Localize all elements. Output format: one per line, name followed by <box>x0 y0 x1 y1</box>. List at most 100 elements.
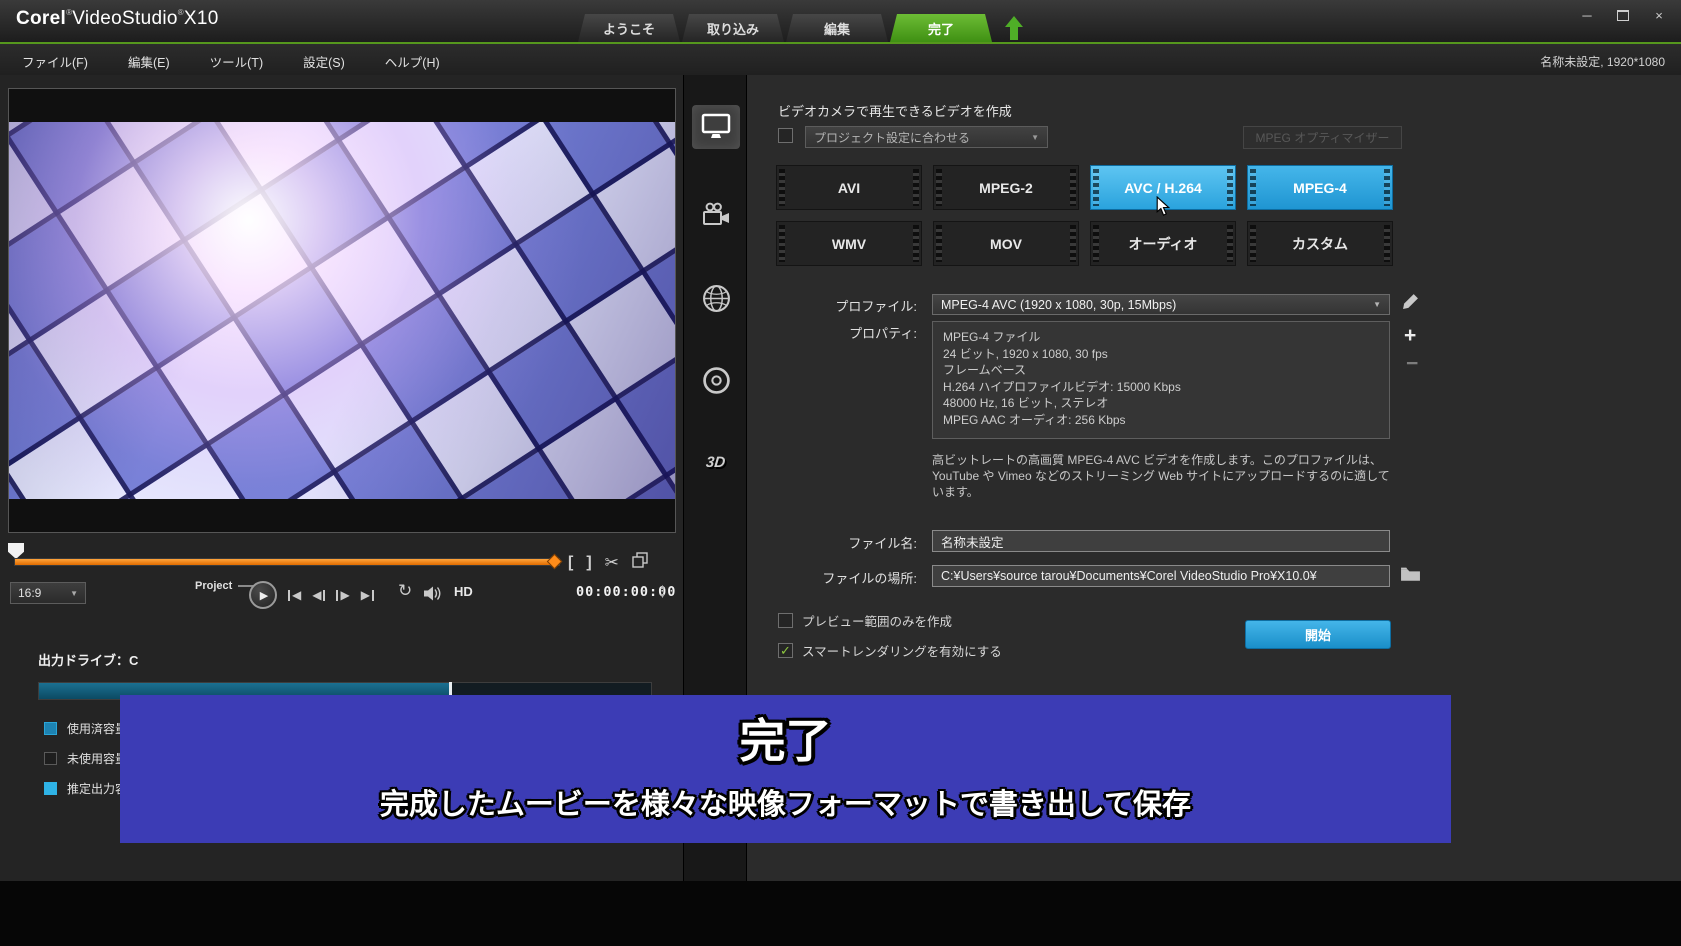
menubar: ファイル(F) 編集(E) ツール(T) 設定(S) ヘルプ(H) 名称未設定,… <box>0 44 1681 76</box>
project-info: 名称未設定, 1920*1080 <box>1540 53 1665 70</box>
spin-down-icon[interactable]: ▼ <box>659 592 666 601</box>
next-frame-button[interactable]: ▶ <box>336 586 349 604</box>
menu-tools[interactable]: ツール(T) <box>210 52 263 71</box>
trim-end-marker[interactable] <box>547 554 563 570</box>
preview-only-row: ✓ プレビュー範囲のみを作成 <box>778 611 952 630</box>
format-audio-label: オーディオ <box>1128 234 1197 254</box>
playhead-marker[interactable] <box>8 543 24 559</box>
property-line: MPEG-4 ファイル <box>943 329 1379 346</box>
start-button-label: 開始 <box>1305 625 1331 644</box>
profile-select[interactable]: MPEG-4 AVC (1920 x 1080, 30p, 15Mbps) ▼ <box>932 294 1390 315</box>
transport-buttons: ◀ ◀ ▶ ▶ <box>288 586 374 604</box>
mpeg-optimizer-label: MPEG オプティマイザー <box>1256 129 1390 146</box>
destination-computer[interactable] <box>692 105 740 149</box>
format-mpeg4[interactable]: MPEG-4 <box>1247 165 1393 210</box>
browse-folder-icon[interactable] <box>1400 566 1421 583</box>
mark-in-button[interactable]: [ <box>568 553 573 573</box>
format-mpeg2-label: MPEG-2 <box>979 180 1033 196</box>
file-name-value: 名称未設定 <box>941 532 1004 551</box>
property-line: 24 ビット, 1920 x 1080, 30 fps <box>943 346 1379 363</box>
menu-settings[interactable]: 設定(S) <box>303 52 345 71</box>
minimize-icon[interactable]: ─ <box>1577 6 1597 24</box>
legend-free-swatch <box>44 752 57 765</box>
product-version: X10 <box>184 8 219 29</box>
close-icon[interactable]: × <box>1649 6 1669 24</box>
destination-camera[interactable] <box>692 192 740 236</box>
match-project-checkbox[interactable]: ✓ <box>778 128 793 143</box>
video-preview[interactable] <box>8 88 676 533</box>
repeat-icon[interactable]: ↻ <box>398 581 412 601</box>
tab-share-label: 完了 <box>928 19 954 38</box>
menu-edit[interactable]: 編集(E) <box>128 52 170 71</box>
preview-only-checkbox[interactable]: ✓ <box>778 613 793 628</box>
chevron-down-icon: ▼ <box>70 589 78 598</box>
tab-edit-label: 編集 <box>824 19 850 38</box>
3d-icon: 3D <box>706 454 727 471</box>
smart-render-checkbox[interactable]: ✓ <box>778 643 793 658</box>
caption-banner: 完了 完成したムービーを様々な映像フォーマットで書き出して保存 <box>120 695 1451 843</box>
profile-label: プロファイル: <box>767 296 917 315</box>
file-location-input[interactable]: C:¥Users¥source tarou¥Documents¥Corel Vi… <box>932 565 1390 587</box>
hd-toggle[interactable]: HD <box>454 584 473 599</box>
smart-render-row: ✓ スマートレンダリングを有効にする <box>778 641 1002 660</box>
format-audio[interactable]: オーディオ <box>1090 221 1236 266</box>
format-wmv[interactable]: WMV <box>776 221 922 266</box>
edit-profile-icon[interactable] <box>1402 293 1419 310</box>
tab-edit[interactable]: 編集 <box>786 14 888 42</box>
add-profile-icon[interactable]: + <box>1404 324 1416 348</box>
next-frame-icon: ▶ <box>340 588 349 602</box>
tab-welcome[interactable]: ようこそ <box>578 14 680 42</box>
prev-frame-icon: ◀ <box>312 588 321 602</box>
volume-icon[interactable] <box>424 586 443 606</box>
chevron-down-icon: ▼ <box>1373 300 1381 309</box>
format-custom[interactable]: カスタム <box>1247 221 1393 266</box>
project-label-text: Project <box>195 580 232 592</box>
match-project-select[interactable]: プロジェクト設定に合わせる ▼ <box>805 126 1048 148</box>
app-logo: Corel®VideoStudio®X10 <box>16 8 219 30</box>
preview-only-label: プレビュー範囲のみを作成 <box>802 611 952 630</box>
legend-used-label: 使用済容量 <box>67 720 127 737</box>
play-icon: ▶ <box>260 589 268 602</box>
properties-box: MPEG-4 ファイル 24 ビット, 1920 x 1080, 30 fps … <box>932 321 1390 439</box>
profile-value: MPEG-4 AVC (1920 x 1080, 30p, 15Mbps) <box>941 298 1176 312</box>
file-name-input[interactable]: 名称未設定 <box>932 530 1390 552</box>
chevron-down-icon: ▼ <box>1031 133 1039 142</box>
maximize-icon[interactable] <box>1613 6 1633 24</box>
banner-title: 完了 <box>740 705 832 771</box>
destination-disc[interactable] <box>692 358 740 402</box>
property-line: H.264 ハイプロファイルビデオ: 15000 Kbps <box>943 379 1379 396</box>
start-button[interactable]: 開始 <box>1245 620 1391 649</box>
enlarge-preview-icon[interactable] <box>632 552 648 573</box>
remove-profile-icon[interactable]: − <box>1406 352 1418 376</box>
mpeg-optimizer-button: MPEG オプティマイザー <box>1243 126 1402 149</box>
prev-frame-button[interactable]: ◀ <box>312 586 325 604</box>
format-mpeg2[interactable]: MPEG-2 <box>933 165 1079 210</box>
play-button[interactable]: ▶ <box>249 581 277 609</box>
tab-welcome-label: ようこそ <box>603 19 655 38</box>
mark-out-button[interactable]: ] <box>586 553 591 573</box>
go-end-button[interactable]: ▶ <box>361 586 374 604</box>
seek-bar-fill <box>15 559 552 565</box>
go-start-icon: ◀ <box>292 588 301 602</box>
tab-capture[interactable]: 取り込み <box>682 14 784 42</box>
check-icon: ✓ <box>780 644 791 657</box>
timecode-stepper[interactable]: ▲ ▼ <box>659 583 666 601</box>
legend-estimated-swatch <box>44 782 57 795</box>
menu-help[interactable]: ヘルプ(H) <box>385 52 440 71</box>
aspect-ratio-select[interactable]: 16:9 ▼ <box>10 582 86 604</box>
menu-file[interactable]: ファイル(F) <box>22 52 88 71</box>
destination-3d[interactable]: 3D <box>692 440 740 484</box>
format-avi[interactable]: AVI <box>776 165 922 210</box>
tab-share[interactable]: 完了 <box>890 14 992 42</box>
monitor-icon <box>700 113 732 141</box>
split-clip-icon[interactable]: ✂ <box>605 553 619 573</box>
format-mov[interactable]: MOV <box>933 221 1079 266</box>
menu-items: ファイル(F) 編集(E) ツール(T) 設定(S) ヘルプ(H) <box>0 44 1681 71</box>
destination-web[interactable] <box>692 276 740 320</box>
banner-subtitle: 完成したムービーを様々な映像フォーマットで書き出して保存 <box>380 781 1191 823</box>
spin-up-icon[interactable]: ▲ <box>659 583 666 592</box>
light-flare <box>9 122 675 499</box>
properties-label: プロパティ: <box>767 323 917 342</box>
seek-bar[interactable] <box>14 558 560 566</box>
go-start-button[interactable]: ◀ <box>288 586 301 604</box>
